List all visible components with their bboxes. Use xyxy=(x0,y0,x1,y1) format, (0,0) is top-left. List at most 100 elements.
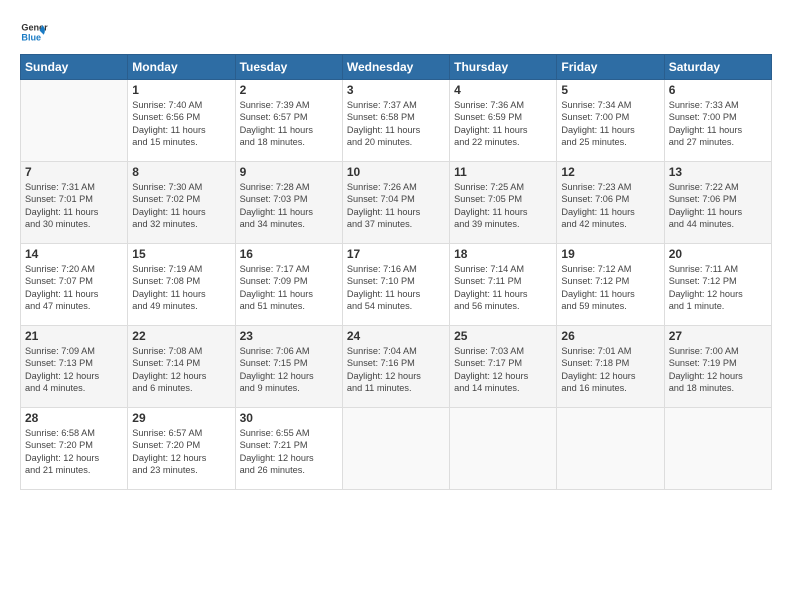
calendar-cell: 23Sunrise: 7:06 AMSunset: 7:15 PMDayligh… xyxy=(235,326,342,408)
calendar-week-row: 14 Sunrise: 7:20 AMSunset: 7:07 PMDayligh… xyxy=(21,244,772,326)
calendar-week-row: 21 Sunrise: 7:09 AMSunset: 7:13 PMDayligh… xyxy=(21,326,772,408)
day-number: 23 xyxy=(240,329,338,343)
calendar-cell: 11Sunrise: 7:25 AMSunset: 7:05 PMDayligh… xyxy=(450,162,557,244)
day-info: Sunrise: 7:16 AMSunset: 7:10 PMDaylight:… xyxy=(347,263,445,313)
day-info: Sunrise: 7:26 AMSunset: 7:04 PMDaylight:… xyxy=(347,181,445,231)
day-info: Sunrise: 7:22 AMSunset: 7:06 PMDaylight:… xyxy=(669,181,767,231)
calendar-cell: 26 Sunrise: 7:01 AMSunset: 7:18 PMDayligh… xyxy=(557,326,664,408)
calendar-cell: 16Sunrise: 7:17 AMSunset: 7:09 PMDayligh… xyxy=(235,244,342,326)
weekday-header-friday: Friday xyxy=(557,55,664,80)
calendar-cell: 17 Sunrise: 7:16 AMSunset: 7:10 PMDayligh… xyxy=(342,244,449,326)
day-info: Sunrise: 7:31 AMSunset: 7:01 PMDaylight:… xyxy=(25,181,123,231)
day-number: 27 xyxy=(669,329,767,343)
logo: General Blue xyxy=(20,18,48,46)
calendar-cell: 15 Sunrise: 7:19 AMSunset: 7:08 PMDayligh… xyxy=(128,244,235,326)
day-info: Sunrise: 6:55 AMSunset: 7:21 PMDaylight:… xyxy=(240,427,338,477)
day-info: Sunrise: 7:19 AMSunset: 7:08 PMDaylight:… xyxy=(132,263,230,313)
day-number: 14 xyxy=(25,247,123,261)
day-number: 19 xyxy=(561,247,659,261)
calendar-cell: 18 Sunrise: 7:14 AMSunset: 7:11 PMDayligh… xyxy=(450,244,557,326)
day-info: Sunrise: 7:23 AMSunset: 7:06 PMDaylight:… xyxy=(561,181,659,231)
weekday-header-tuesday: Tuesday xyxy=(235,55,342,80)
calendar-cell: 28 Sunrise: 6:58 AMSunset: 7:20 PMDayligh… xyxy=(21,408,128,490)
calendar-cell xyxy=(450,408,557,490)
day-number: 30 xyxy=(240,411,338,425)
day-number: 11 xyxy=(454,165,552,179)
day-info: Sunrise: 7:09 AMSunset: 7:13 PMDaylight:… xyxy=(25,345,123,395)
weekday-header-monday: Monday xyxy=(128,55,235,80)
calendar-page: General Blue SundayMondayTuesdayWednesda… xyxy=(0,0,792,612)
day-number: 24 xyxy=(347,329,445,343)
calendar-cell xyxy=(664,408,771,490)
day-info: Sunrise: 7:33 AMSunset: 7:00 PMDaylight:… xyxy=(669,99,767,149)
calendar-cell: 21 Sunrise: 7:09 AMSunset: 7:13 PMDayligh… xyxy=(21,326,128,408)
day-info: Sunrise: 6:57 AMSunset: 7:20 PMDaylight:… xyxy=(132,427,230,477)
weekday-header-saturday: Saturday xyxy=(664,55,771,80)
calendar-cell: 5 Sunrise: 7:34 AMSunset: 7:00 PMDaylight… xyxy=(557,80,664,162)
weekday-header-wednesday: Wednesday xyxy=(342,55,449,80)
day-number: 7 xyxy=(25,165,123,179)
day-info: Sunrise: 7:37 AMSunset: 6:58 PMDaylight:… xyxy=(347,99,445,149)
calendar-cell xyxy=(557,408,664,490)
calendar-cell: 9 Sunrise: 7:28 AMSunset: 7:03 PMDaylight… xyxy=(235,162,342,244)
weekday-header-sunday: Sunday xyxy=(21,55,128,80)
calendar-cell: 4 Sunrise: 7:36 AMSunset: 6:59 PMDaylight… xyxy=(450,80,557,162)
day-number: 2 xyxy=(240,83,338,97)
calendar-cell: 19 Sunrise: 7:12 AMSunset: 7:12 PMDayligh… xyxy=(557,244,664,326)
day-number: 9 xyxy=(240,165,338,179)
calendar-cell: 10 Sunrise: 7:26 AMSunset: 7:04 PMDayligh… xyxy=(342,162,449,244)
calendar-table: SundayMondayTuesdayWednesdayThursdayFrid… xyxy=(20,54,772,490)
day-number: 8 xyxy=(132,165,230,179)
day-number: 26 xyxy=(561,329,659,343)
day-info: Sunrise: 7:36 AMSunset: 6:59 PMDaylight:… xyxy=(454,99,552,149)
day-info: Sunrise: 7:40 AMSunset: 6:56 PMDaylight:… xyxy=(132,99,230,149)
day-number: 28 xyxy=(25,411,123,425)
day-info: Sunrise: 7:08 AMSunset: 7:14 PMDaylight:… xyxy=(132,345,230,395)
day-number: 10 xyxy=(347,165,445,179)
day-number: 25 xyxy=(454,329,552,343)
day-info: Sunrise: 7:30 AMSunset: 7:02 PMDaylight:… xyxy=(132,181,230,231)
calendar-cell: 3 Sunrise: 7:37 AMSunset: 6:58 PMDaylight… xyxy=(342,80,449,162)
day-number: 22 xyxy=(132,329,230,343)
calendar-cell: 1Sunrise: 7:40 AMSunset: 6:56 PMDaylight… xyxy=(128,80,235,162)
calendar-cell: 25 Sunrise: 7:03 AMSunset: 7:17 PMDayligh… xyxy=(450,326,557,408)
day-info: Sunrise: 7:12 AMSunset: 7:12 PMDaylight:… xyxy=(561,263,659,313)
calendar-cell: 8 Sunrise: 7:30 AMSunset: 7:02 PMDaylight… xyxy=(128,162,235,244)
header: General Blue xyxy=(20,18,772,46)
day-info: Sunrise: 7:20 AMSunset: 7:07 PMDaylight:… xyxy=(25,263,123,313)
day-info: Sunrise: 6:58 AMSunset: 7:20 PMDaylight:… xyxy=(25,427,123,477)
day-number: 3 xyxy=(347,83,445,97)
day-info: Sunrise: 7:28 AMSunset: 7:03 PMDaylight:… xyxy=(240,181,338,231)
calendar-cell: 12 Sunrise: 7:23 AMSunset: 7:06 PMDayligh… xyxy=(557,162,664,244)
calendar-cell: 6Sunrise: 7:33 AMSunset: 7:00 PMDaylight… xyxy=(664,80,771,162)
day-number: 12 xyxy=(561,165,659,179)
day-info: Sunrise: 7:39 AMSunset: 6:57 PMDaylight:… xyxy=(240,99,338,149)
calendar-cell: 7 Sunrise: 7:31 AMSunset: 7:01 PMDaylight… xyxy=(21,162,128,244)
calendar-week-row: 7 Sunrise: 7:31 AMSunset: 7:01 PMDaylight… xyxy=(21,162,772,244)
day-number: 21 xyxy=(25,329,123,343)
day-number: 5 xyxy=(561,83,659,97)
day-number: 20 xyxy=(669,247,767,261)
day-info: Sunrise: 7:04 AMSunset: 7:16 PMDaylight:… xyxy=(347,345,445,395)
day-number: 16 xyxy=(240,247,338,261)
calendar-cell: 13 Sunrise: 7:22 AMSunset: 7:06 PMDayligh… xyxy=(664,162,771,244)
day-info: Sunrise: 7:00 AMSunset: 7:19 PMDaylight:… xyxy=(669,345,767,395)
calendar-cell: 22 Sunrise: 7:08 AMSunset: 7:14 PMDayligh… xyxy=(128,326,235,408)
weekday-header-row: SundayMondayTuesdayWednesdayThursdayFrid… xyxy=(21,55,772,80)
calendar-cell: 2 Sunrise: 7:39 AMSunset: 6:57 PMDaylight… xyxy=(235,80,342,162)
day-number: 15 xyxy=(132,247,230,261)
logo-icon: General Blue xyxy=(20,18,48,46)
calendar-cell: 20 Sunrise: 7:11 AMSunset: 7:12 PMDayligh… xyxy=(664,244,771,326)
calendar-cell: 24 Sunrise: 7:04 AMSunset: 7:16 PMDayligh… xyxy=(342,326,449,408)
day-number: 18 xyxy=(454,247,552,261)
day-number: 17 xyxy=(347,247,445,261)
day-info: Sunrise: 7:14 AMSunset: 7:11 PMDaylight:… xyxy=(454,263,552,313)
day-info: Sunrise: 7:03 AMSunset: 7:17 PMDaylight:… xyxy=(454,345,552,395)
day-info: Sunrise: 7:34 AMSunset: 7:00 PMDaylight:… xyxy=(561,99,659,149)
day-info: Sunrise: 7:01 AMSunset: 7:18 PMDaylight:… xyxy=(561,345,659,395)
calendar-cell: 30 Sunrise: 6:55 AMSunset: 7:21 PMDayligh… xyxy=(235,408,342,490)
calendar-cell: 27 Sunrise: 7:00 AMSunset: 7:19 PMDayligh… xyxy=(664,326,771,408)
day-number: 4 xyxy=(454,83,552,97)
day-number: 13 xyxy=(669,165,767,179)
day-info: Sunrise: 7:11 AMSunset: 7:12 PMDaylight:… xyxy=(669,263,767,313)
